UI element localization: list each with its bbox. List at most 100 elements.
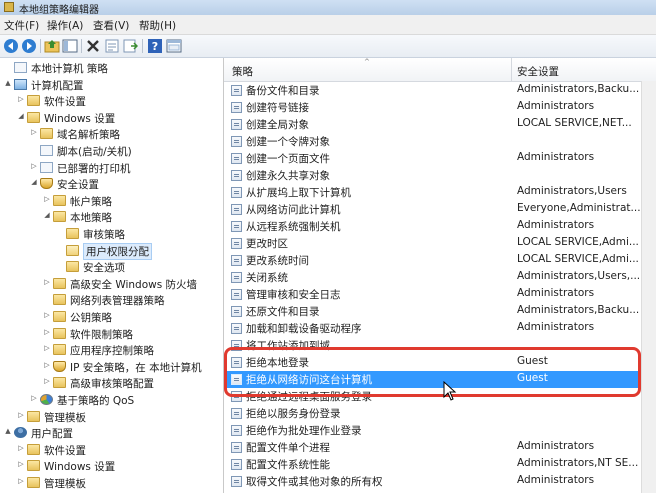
tree-item-label: 基于策略的 QoS [57, 395, 135, 407]
security-setting-value: Administrators [517, 321, 595, 333]
tree-expand-arrow-icon[interactable]: ▷ [43, 195, 51, 203]
tree-expand-arrow-icon[interactable]: ▷ [43, 361, 51, 369]
policy-icon [231, 153, 242, 164]
tree-expand-arrow-icon[interactable]: ▷ [17, 95, 25, 103]
menu-file[interactable]: 文件(F) [4, 18, 39, 33]
policy-row[interactable]: 拒绝作为批处理作业登录 [224, 422, 642, 439]
tree-expand-arrow-icon[interactable]: ▷ [43, 344, 51, 352]
export-list-icon[interactable] [122, 38, 138, 54]
tree-expand-arrow-icon[interactable]: ▷ [30, 162, 38, 170]
tree-expand-arrow-icon[interactable]: ▷ [43, 377, 51, 385]
tree-item[interactable]: ▷ 高级审核策略配置 [0, 375, 223, 392]
up-folder-icon[interactable] [44, 38, 60, 54]
tree-expand-arrow-icon[interactable]: ▷ [17, 477, 25, 485]
policy-row[interactable]: 更改时区 LOCAL SERVICE,Admi... [224, 235, 642, 252]
show-hide-tree-icon[interactable] [62, 38, 78, 54]
policy-row[interactable]: 配置文件单个进程 Administrators [224, 439, 642, 456]
column-divider[interactable] [511, 58, 512, 81]
tree-item[interactable]: 用户权限分配 [0, 242, 223, 260]
tree-item[interactable]: ▷ 公钥策略 [0, 309, 223, 326]
tree-item-label: Windows 设置 [44, 461, 116, 474]
tree-expand-arrow-icon[interactable]: ▷ [30, 394, 38, 402]
menu-action[interactable]: 操作(A) [47, 18, 83, 33]
tree-item[interactable]: ▷ 软件设置 [0, 442, 223, 459]
console-view-icon[interactable] [166, 38, 182, 54]
tree-item[interactable]: ▷ 基于策略的 QoS [0, 392, 223, 409]
tree-expand-arrow-icon[interactable]: ▷ [43, 328, 51, 336]
policy-row[interactable]: 创建一个令牌对象 [224, 133, 642, 150]
tree-expand-arrow-icon[interactable]: ◢ [43, 211, 51, 219]
policy-icon [231, 136, 242, 147]
tree-expand-arrow-icon[interactable]: ▷ [43, 311, 51, 319]
tree-item[interactable]: 安全选项 [0, 259, 223, 276]
policy-row[interactable]: 创建全局对象 LOCAL SERVICE,NET... [224, 116, 642, 133]
policy-row[interactable]: 更改系统时间 LOCAL SERVICE,Admi... [224, 252, 642, 269]
tree-item[interactable]: ▷ 软件限制策略 [0, 326, 223, 343]
tree-item[interactable]: ▷ 管理模板 [0, 409, 223, 426]
column-header-policy[interactable]: 策略 [232, 64, 253, 79]
policy-row[interactable]: 创建符号链接 Administrators [224, 99, 642, 116]
tree-item[interactable]: ◢ Windows 设置 [0, 110, 223, 127]
policy-row[interactable]: 从网络访问此计算机 Everyone,Administrat... [224, 201, 642, 218]
tree-item[interactable]: ▷ 已部署的打印机 [0, 160, 223, 177]
tree-item[interactable]: ▷ 管理模板 [0, 475, 223, 492]
tree-expand-arrow-icon[interactable]: ▷ [43, 278, 51, 286]
menu-help[interactable]: 帮助(H) [139, 18, 176, 33]
tree-item[interactable]: 脚本(启动/关机) [0, 143, 223, 160]
tree-expand-arrow-icon[interactable]: ▲ [4, 427, 12, 435]
policy-row[interactable]: 从扩展坞上取下计算机 Administrators,Users [224, 184, 642, 201]
policy-row[interactable]: 创建一个页面文件 Administrators [224, 150, 642, 167]
policy-row[interactable]: 从远程系统强制关机 Administrators [224, 218, 642, 235]
tree-expand-arrow-icon[interactable]: ▷ [17, 444, 25, 452]
tree-item[interactable]: 网络列表管理器策略 [0, 292, 223, 309]
policy-icon [231, 85, 242, 96]
tree-item[interactable]: ▷ 域名解析策略 [0, 126, 223, 143]
tree-item[interactable]: 审核策略 [0, 226, 223, 243]
column-header-security-setting[interactable]: 安全设置 [517, 64, 559, 79]
tree-item[interactable]: ▲ 用户配置 [0, 425, 223, 442]
policy-row[interactable]: 关闭系统 Administrators,Users,... [224, 269, 642, 286]
menu-view[interactable]: 查看(V) [93, 18, 129, 33]
tree-item[interactable]: ◢ 本地策略 [0, 209, 223, 226]
folder-icon [27, 443, 40, 455]
tree-expand-arrow-icon[interactable]: ▷ [17, 460, 25, 468]
policy-row[interactable]: 取得文件或其他对象的所有权 Administrators [224, 473, 642, 490]
vertical-scrollbar[interactable] [641, 81, 656, 493]
policy-row[interactable]: 还原文件和目录 Administrators,Backu... [224, 303, 642, 320]
tree-item[interactable]: ▷ 帐户策略 [0, 193, 223, 210]
policy-icon [231, 170, 242, 181]
tree-expand-arrow-icon[interactable]: ◢ [17, 112, 25, 120]
policy-row[interactable]: 创建永久共享对象 [224, 167, 642, 184]
security-setting-value: Administrators,Users,... [517, 270, 641, 282]
help-icon[interactable]: ? [147, 38, 163, 54]
policy-row[interactable]: 将工作站添加到域 [224, 337, 642, 354]
tree-item[interactable]: 本地计算机 策略 [0, 60, 223, 77]
policy-row[interactable]: 拒绝以服务身份登录 [224, 405, 642, 422]
policy-row[interactable]: 拒绝从网络访问这台计算机 Guest [224, 371, 642, 388]
forward-arrow-icon[interactable] [21, 38, 37, 54]
tree-item[interactable]: ▲ 计算机配置 [0, 77, 223, 94]
tree-item-label: 管理模板 [44, 478, 86, 490]
delete-x-icon[interactable] [85, 38, 101, 54]
policy-row[interactable]: 拒绝通过远程桌面服务登录 [224, 388, 642, 405]
tree-item[interactable]: ▷ IP 安全策略，在 本地计算机 [0, 359, 223, 376]
tree-item[interactable]: ▷ 应用程序控制策略 [0, 342, 223, 359]
tree-item[interactable]: ◢ 安全设置 [0, 176, 223, 193]
policy-row[interactable]: 拒绝本地登录 Guest [224, 354, 642, 371]
policy-row[interactable]: 管理审核和安全日志 Administrators [224, 286, 642, 303]
policy-row[interactable]: 加载和卸载设备驱动程序 Administrators [224, 320, 642, 337]
folder-icon [66, 261, 79, 273]
tree-expand-arrow-icon[interactable]: ▲ [4, 79, 12, 87]
tree-expand-arrow-icon[interactable]: ▷ [17, 411, 25, 419]
tree-item[interactable]: ▷ 高级安全 Windows 防火墙 [0, 276, 223, 293]
policy-row[interactable]: 备份文件和目录 Administrators,Backu... [224, 82, 642, 99]
properties-icon[interactable] [104, 38, 120, 54]
tree-expand-arrow-icon[interactable]: ◢ [30, 178, 38, 186]
policy-row[interactable]: 配置文件系统性能 Administrators,NT SE... [224, 456, 642, 473]
tree-item[interactable]: ▷ 软件设置 [0, 93, 223, 110]
tree-item[interactable]: ▷ Windows 设置 [0, 458, 223, 475]
tree-expand-arrow-icon[interactable]: ▷ [30, 128, 38, 136]
tree-item-label: 软件限制策略 [70, 328, 133, 341]
security-setting-value: Everyone,Administrat... [517, 202, 641, 214]
back-arrow-icon[interactable] [3, 38, 19, 54]
